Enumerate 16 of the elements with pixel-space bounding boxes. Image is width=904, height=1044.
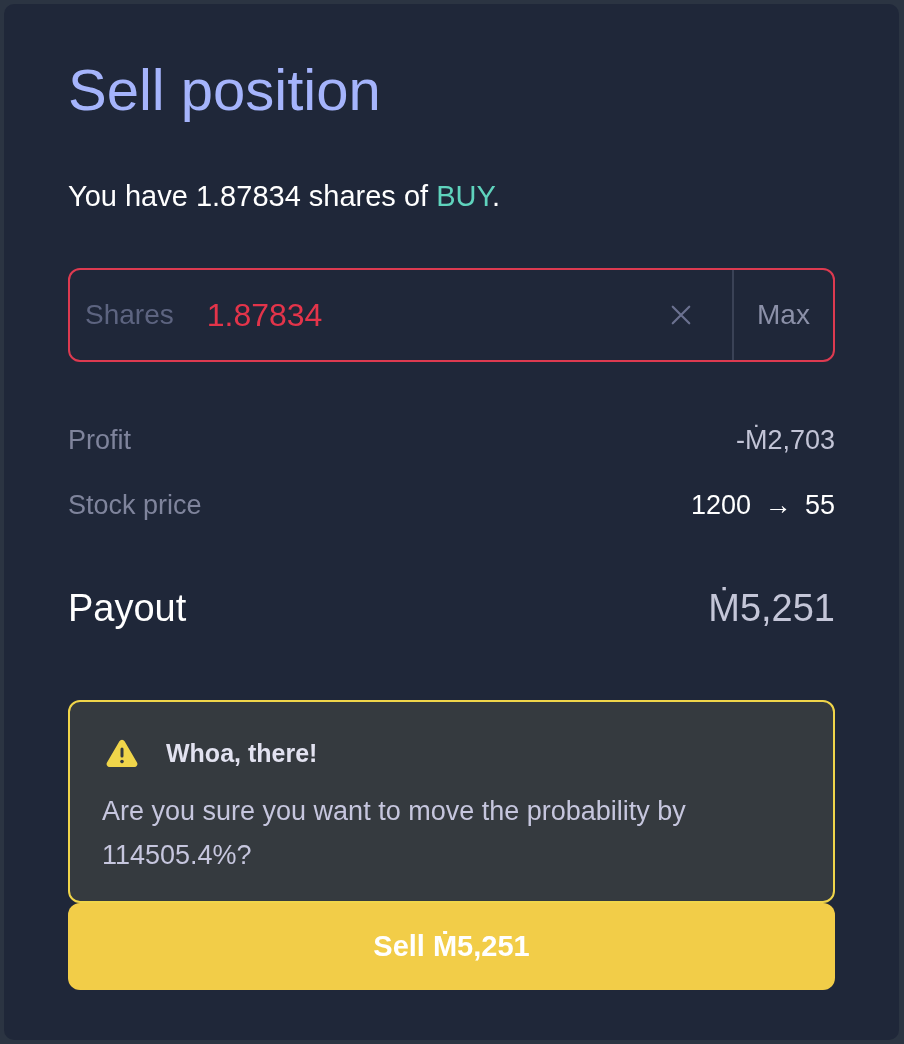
row-value: -Ṁ2,703 [735, 423, 835, 457]
row-label: Profit [68, 424, 132, 457]
shares-summary: You have 1.87834 shares of BUY. [68, 179, 501, 214]
shares-field[interactable]: Shares 1.87834 Max [68, 268, 835, 362]
warning-icon [106, 739, 138, 767]
shares-input[interactable]: 1.87834 [206, 295, 670, 335]
clear-icon[interactable] [670, 304, 692, 326]
row-value: 1200 → 55 [690, 489, 835, 522]
payout-label: Payout [68, 586, 187, 631]
warning-message: Are you sure you want to move the probability by 114505.4%? [102, 795, 687, 872]
warning-title: Whoa, there! [166, 738, 318, 769]
payout-value: Ṁ5,251 [708, 586, 835, 631]
dialog-title: Sell position [68, 56, 381, 124]
shares-label: Shares [85, 298, 174, 332]
row-label: Stock price [68, 489, 202, 522]
max-button[interactable]: Max [732, 270, 833, 360]
